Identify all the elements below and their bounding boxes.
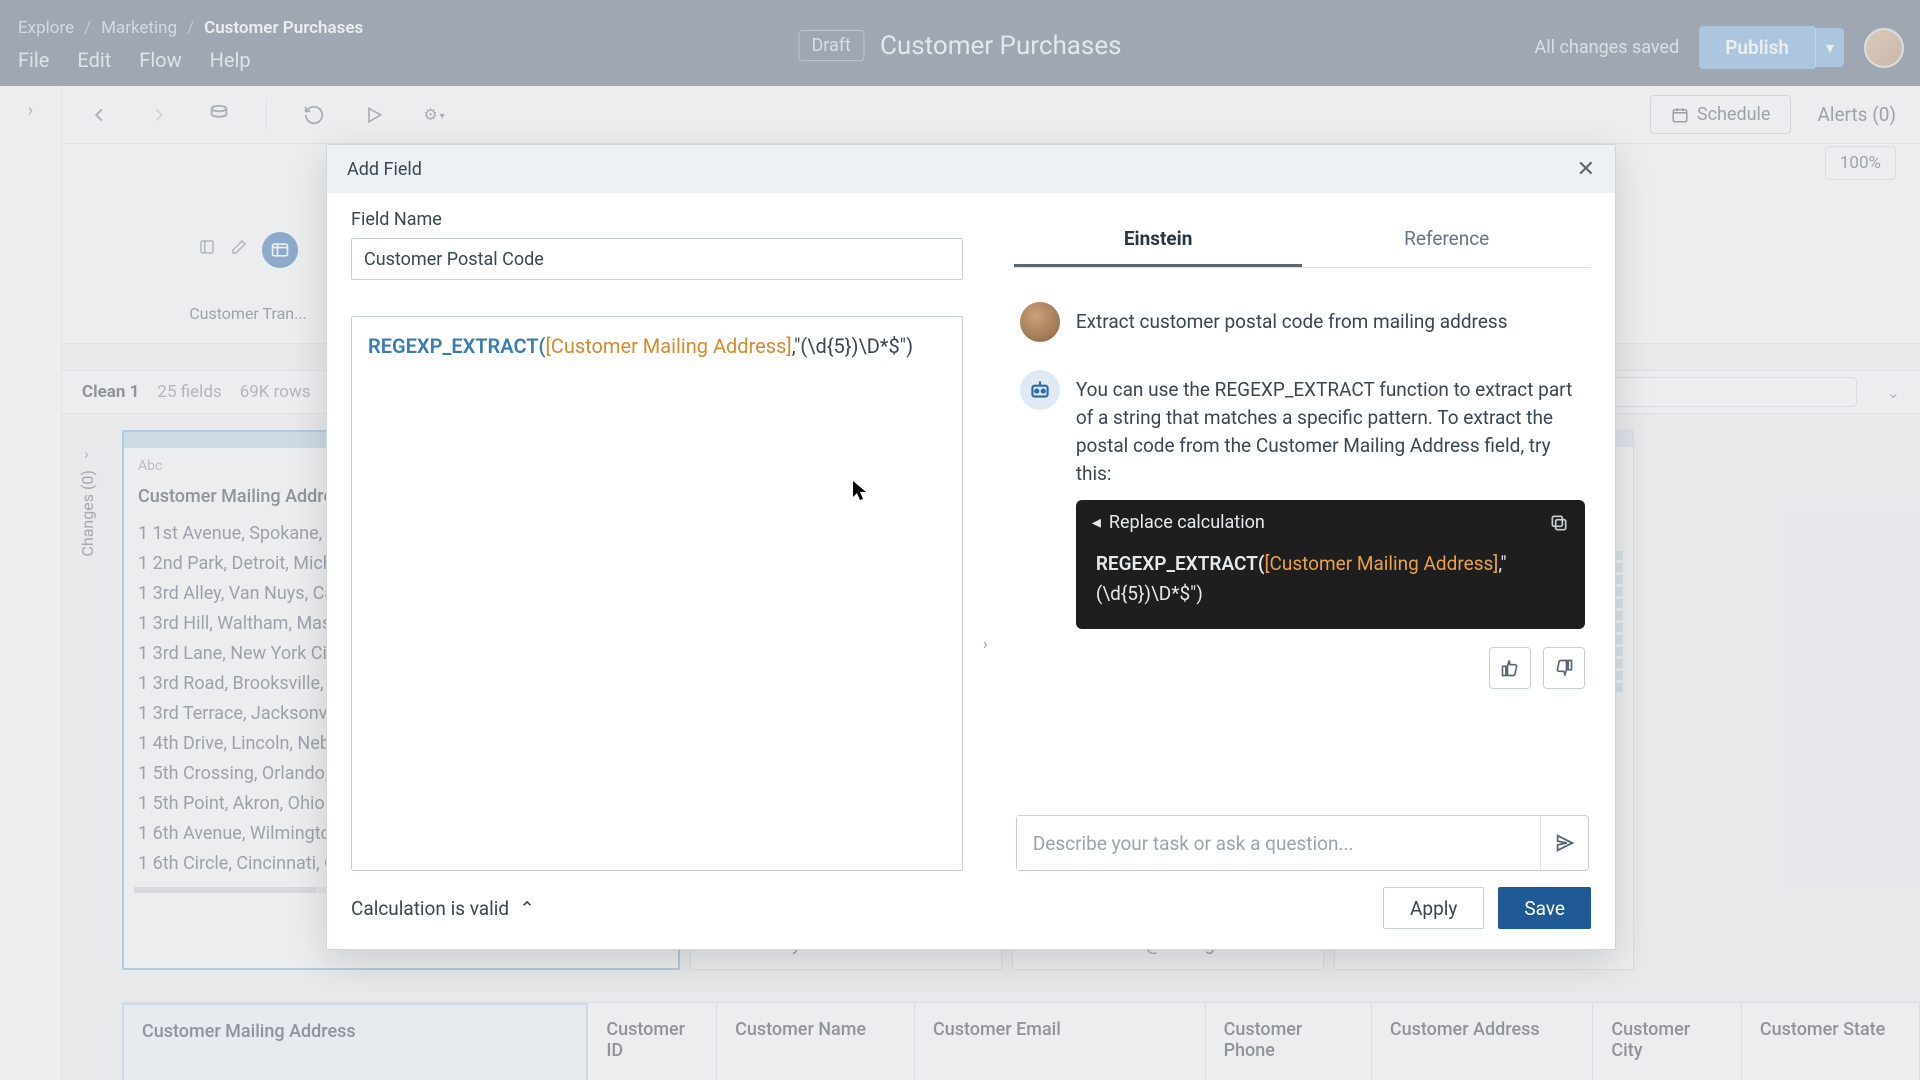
settings-icon[interactable]: ⚙▾: [421, 102, 447, 128]
breadcrumb-explore[interactable]: Explore: [18, 18, 74, 38]
bot-message-text: You can use the REGEXP_EXTRACT function …: [1076, 370, 1585, 488]
breadcrumb-current: Customer Purchases: [204, 18, 363, 38]
changes-panel-label[interactable]: Changes (0): [78, 470, 97, 557]
publish-dropdown[interactable]: ▾: [1815, 28, 1844, 67]
thumbs-down-button[interactable]: [1543, 647, 1585, 689]
add-field-dialog: Add Field ✕ Field Name REGEXP_EXTRACT([C…: [326, 144, 1616, 950]
dialog-titlebar: Add Field ✕: [327, 145, 1615, 193]
changes-expand-icon[interactable]: ›: [84, 444, 89, 463]
bot-message: You can use the REGEXP_EXTRACT function …: [1020, 370, 1585, 689]
user-message: Extract customer postal code from mailin…: [1020, 302, 1585, 342]
einstein-prompt-input[interactable]: [1017, 816, 1540, 870]
user-message-text: Extract customer postal code from mailin…: [1076, 302, 1508, 342]
grid-col-address[interactable]: Customer Mailing Address: [122, 1003, 588, 1080]
apply-button[interactable]: Apply: [1383, 887, 1484, 929]
suggestion-block: ◂ Replace calculation REGEXP_EXTRACT([Cu…: [1076, 500, 1585, 629]
alerts-link[interactable]: Alerts (0): [1817, 103, 1896, 126]
page-title: Customer Purchases: [880, 31, 1122, 61]
data-grid-header: Customer Mailing Address Customer ID Cus…: [122, 1002, 1920, 1080]
forward-icon: [146, 102, 172, 128]
grid-col-email[interactable]: Customer Email: [915, 1003, 1206, 1080]
calculation-editor[interactable]: REGEXP_EXTRACT([Customer Mailing Address…: [351, 316, 963, 871]
tab-einstein[interactable]: Einstein: [1014, 215, 1303, 267]
data-icon[interactable]: [206, 102, 232, 128]
bot-avatar-icon: [1020, 370, 1060, 410]
calc-field-ref: [Customer Mailing Address]: [546, 334, 792, 358]
tab-reference[interactable]: Reference: [1302, 215, 1591, 267]
grid-col-id[interactable]: Customer ID: [588, 1003, 717, 1080]
app-header: Explore/ Marketing/ Customer Purchases F…: [0, 0, 1920, 86]
code-snippet: REGEXP_EXTRACT([Customer Mailing Address…: [1076, 545, 1585, 629]
calc-function: REGEXP_EXTRACT: [368, 334, 539, 358]
menu-flow[interactable]: Flow: [139, 48, 181, 72]
dialog-title: Add Field: [347, 159, 422, 180]
draft-badge: Draft: [798, 30, 864, 61]
cursor-icon: [852, 480, 868, 502]
grid-col-name[interactable]: Customer Name: [717, 1003, 915, 1080]
thumbs-up-button[interactable]: [1489, 647, 1531, 689]
toolbar: ⚙▾ Schedule Alerts (0): [62, 86, 1920, 144]
type-label: Abc: [138, 458, 162, 474]
grid-col-state[interactable]: Customer State: [1742, 1003, 1920, 1080]
user-avatar-icon: [1020, 302, 1060, 342]
menu-help[interactable]: Help: [210, 48, 251, 72]
field-name-input[interactable]: [351, 238, 963, 280]
grid-col-city[interactable]: Customer City: [1593, 1003, 1742, 1080]
zoom-indicator[interactable]: 100%: [1825, 146, 1896, 180]
card-title: Customer Mailing Address: [138, 486, 352, 507]
grid-col-addr2[interactable]: Customer Address: [1372, 1003, 1594, 1080]
save-status: All changes saved: [1535, 37, 1680, 58]
schedule-button[interactable]: Schedule: [1650, 95, 1792, 134]
breadcrumb-marketing[interactable]: Marketing: [101, 18, 177, 38]
code-field: [Customer Mailing Address]: [1264, 552, 1498, 575]
copy-icon[interactable]: [1549, 513, 1569, 533]
close-icon[interactable]: ✕: [1577, 157, 1595, 182]
chevron-up-icon: ⌃: [519, 897, 535, 920]
node-edit-icon[interactable]: [230, 238, 254, 262]
expand-rail-icon[interactable]: ›: [28, 100, 33, 121]
node-action-icon[interactable]: [198, 238, 222, 262]
send-button[interactable]: [1540, 816, 1588, 870]
insert-icon[interactable]: ◂: [1092, 512, 1101, 533]
node-label: Customer Tran...: [168, 304, 328, 323]
node-main-icon[interactable]: [262, 232, 298, 268]
feedback-row: [1076, 647, 1585, 689]
publish-button[interactable]: Publish: [1699, 26, 1815, 69]
einstein-chat: Extract customer postal code from mailin…: [1014, 268, 1591, 809]
calendar-icon: [1671, 106, 1689, 124]
step-title: Clean 1: [82, 382, 139, 402]
step-options-icon[interactable]: ⌄: [1887, 383, 1900, 402]
refresh-icon[interactable]: [301, 102, 327, 128]
help-tabs: Einstein Reference: [1014, 215, 1591, 268]
code-fn: REGEXP_EXTRACT(: [1096, 552, 1265, 575]
save-button[interactable]: Save: [1498, 887, 1591, 929]
validation-text: Calculation is valid: [351, 897, 509, 920]
field-name-label: Field Name: [351, 209, 963, 230]
user-avatar[interactable]: [1864, 28, 1904, 68]
left-rail: ›: [0, 86, 62, 1080]
menu-file[interactable]: File: [18, 48, 49, 72]
grid-col-phone[interactable]: Customer Phone: [1206, 1003, 1372, 1080]
panel-toggle-icon[interactable]: ›: [981, 634, 990, 653]
prompt-input-row: [1016, 815, 1589, 871]
flow-node[interactable]: Customer Tran...: [198, 232, 298, 268]
step-rows: 69K rows: [240, 382, 311, 402]
run-icon[interactable]: [361, 102, 387, 128]
calc-pattern: ,"(\d{5})\D*$"): [792, 334, 913, 358]
back-icon[interactable]: [86, 102, 112, 128]
step-fields: 25 fields: [157, 382, 221, 402]
replace-calculation-button[interactable]: Replace calculation: [1109, 512, 1265, 533]
menu-edit[interactable]: Edit: [77, 48, 111, 72]
validation-message[interactable]: Calculation is valid ⌃: [351, 897, 535, 920]
schedule-label: Schedule: [1697, 104, 1771, 125]
